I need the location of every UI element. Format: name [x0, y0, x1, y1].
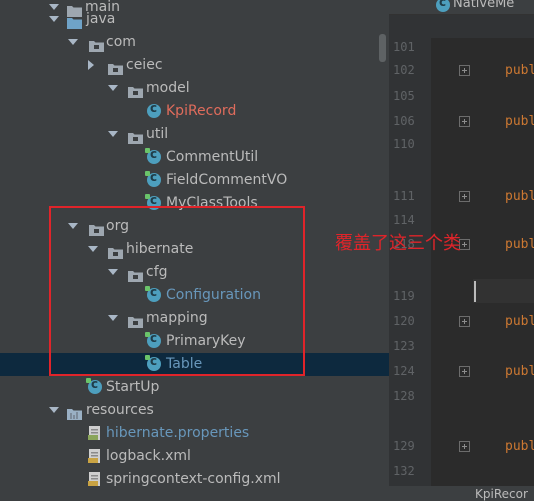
text-caret	[474, 281, 476, 302]
expand-arrow-icon[interactable]	[68, 39, 78, 45]
expand-arrow-icon[interactable]	[49, 16, 59, 22]
tree-item-label: com	[106, 34, 136, 50]
tree-row-model[interactable]: model	[0, 77, 389, 100]
xml-file-icon	[88, 449, 103, 463]
properties-file-icon	[88, 426, 103, 440]
tree-item-label: CommentUtil	[166, 149, 259, 165]
line-number: 123	[393, 339, 415, 353]
line-number: 105	[393, 89, 415, 103]
editor-tab-label: NativeMe	[453, 0, 515, 11]
fold-expand-icon[interactable]	[459, 441, 470, 452]
line-number: 119	[393, 289, 415, 303]
tree-item-label: ceiec	[126, 57, 163, 73]
class-icon	[86, 377, 102, 394]
tree-row-commentutil[interactable]: CommentUtil	[0, 146, 389, 169]
line-number: 132	[393, 464, 415, 478]
xml-file-icon	[88, 472, 103, 486]
line-number: 129	[393, 439, 415, 453]
tree-item-label: util	[146, 126, 169, 142]
package-icon	[128, 83, 143, 98]
fold-expand-icon[interactable]	[459, 366, 470, 377]
fold-expand-icon[interactable]	[459, 116, 470, 127]
tree-item-label: FieldCommentVO	[166, 172, 288, 188]
line-number: 101	[393, 40, 415, 54]
code-line: publ	[505, 63, 534, 78]
tree-row-util[interactable]: util	[0, 123, 389, 146]
line-number: 124	[393, 364, 415, 378]
tree-item-label: StartUp	[106, 379, 160, 395]
tree-row-kpirecord[interactable]: KpiRecord	[0, 100, 389, 123]
class-icon	[436, 0, 450, 12]
source-folder-icon	[67, 14, 82, 29]
tree-item-label: springcontext-config.xml	[106, 471, 281, 487]
tree-item-label: logback.xml	[106, 448, 191, 464]
fold-expand-icon[interactable]	[459, 316, 470, 327]
tree-row-startup[interactable]: StartUp	[0, 376, 389, 399]
editor-bottom-tab-bar: KpiRecor	[389, 486, 534, 501]
code-line: publ	[505, 114, 534, 129]
expand-arrow-icon[interactable]	[49, 407, 59, 413]
tree-item-label: model	[146, 80, 190, 96]
code-line: publ	[505, 364, 534, 379]
tree-item-label: KpiRecord	[166, 103, 237, 119]
tree-row-java[interactable]: java	[0, 8, 389, 31]
collapse-arrow-icon[interactable]	[88, 60, 94, 70]
fold-expand-icon[interactable]	[459, 191, 470, 202]
class-icon	[145, 147, 161, 164]
line-number: 106	[393, 114, 415, 128]
annotation-text: 覆盖了这三个类	[335, 233, 461, 254]
editor-tab-bar: NativeMe	[389, 0, 534, 15]
code-line: publ	[505, 189, 534, 204]
code-line: publ	[505, 314, 534, 329]
line-number: 110	[393, 137, 415, 151]
tree-row-ceiec[interactable]: ceiec	[0, 54, 389, 77]
package-icon	[128, 129, 143, 144]
line-number: 102	[393, 63, 415, 77]
expand-arrow-icon[interactable]	[108, 131, 118, 137]
tree-row-hibernate-properties[interactable]: hibernate.properties	[0, 422, 389, 445]
tree-item-label: hibernate.properties	[106, 425, 250, 441]
tree-scrollbar[interactable]	[379, 34, 386, 62]
class-icon	[147, 101, 161, 118]
package-icon	[108, 60, 123, 75]
line-number: 114	[393, 213, 415, 227]
editor-breadcrumb-bar	[389, 15, 534, 38]
expand-arrow-icon[interactable]	[108, 85, 118, 91]
current-line-highlight	[473, 279, 534, 303]
line-number: 128	[393, 389, 415, 403]
resources-folder-icon	[67, 405, 82, 420]
code-line: publ	[505, 237, 534, 252]
annotation-highlight-box	[49, 206, 305, 376]
package-icon	[89, 37, 104, 52]
tree-row-fieldcommentvo[interactable]: FieldCommentVO	[0, 169, 389, 192]
line-number: 120	[393, 314, 415, 328]
tree-row-resources[interactable]: resources	[0, 399, 389, 422]
tree-row-springcontext-config-xml[interactable]: springcontext-config.xml	[0, 468, 389, 491]
fold-expand-icon[interactable]	[459, 65, 470, 76]
tree-row-com[interactable]: com	[0, 31, 389, 54]
code-line: publ	[505, 439, 534, 454]
tree-row-logback-xml[interactable]: logback.xml	[0, 445, 389, 468]
tree-item-label: java	[86, 11, 116, 27]
class-icon	[145, 170, 161, 187]
tree-item-label: resources	[86, 402, 154, 418]
line-number: 111	[393, 189, 415, 203]
